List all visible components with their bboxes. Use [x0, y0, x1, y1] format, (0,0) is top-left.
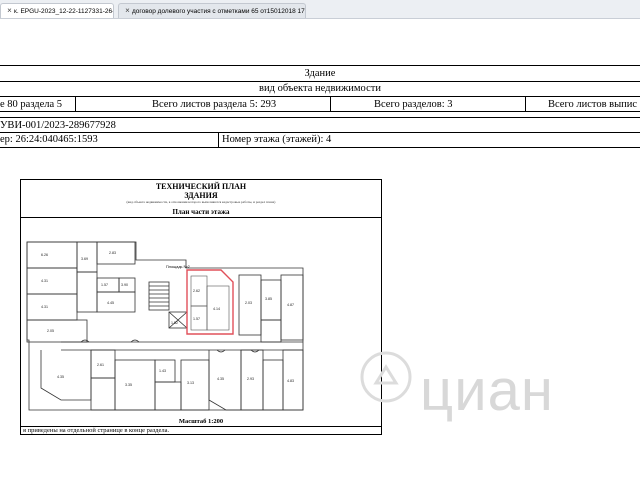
svg-text:3.35: 3.35 [125, 383, 132, 387]
svg-text:2.62: 2.62 [193, 289, 200, 293]
svg-text:1.52: 1.52 [171, 321, 178, 325]
svg-text:2.05: 2.05 [47, 329, 54, 333]
record-number: УВИ-001/2023-289677928 [0, 120, 116, 131]
plan-title: ТЕХНИЧЕСКИЙ ПЛАН [155, 182, 247, 191]
svg-text:2.83: 2.83 [109, 251, 116, 255]
total-sections: Всего разделов: 3 [374, 99, 453, 110]
technical-plan-sheet: ТЕХНИЧЕСКИЙ ПЛАН ЗДАНИЯ (вид объекта нед… [20, 179, 382, 435]
svg-text:4.35: 4.35 [57, 375, 64, 379]
svg-text:2.03: 2.03 [245, 301, 252, 305]
svg-text:4.83: 4.83 [287, 379, 294, 383]
object-title: Здание [304, 68, 336, 79]
svg-text:4.31: 4.31 [41, 305, 48, 309]
table-line [525, 96, 526, 111]
svg-text:3.85: 3.85 [265, 297, 272, 301]
total-sheets-extract: Всего листов выпис [548, 99, 638, 110]
watermark-text: циан [420, 358, 554, 423]
table-line [0, 111, 640, 112]
svg-text:1.57: 1.57 [101, 283, 108, 287]
tab-contract-document[interactable]: × договор долевого участия с отметками 65… [118, 3, 306, 18]
table-line [0, 147, 640, 148]
total-sheets-section: Всего листов раздела 5: 293 [152, 99, 277, 110]
floor-number: Номер этажа (этажей): 4 [222, 134, 332, 145]
cian-logo-icon [360, 351, 412, 403]
tab-label: договор долевого участия с отметками 65 … [132, 8, 306, 15]
svg-text:4.45: 4.45 [107, 301, 114, 305]
svg-text:1.57: 1.57 [193, 317, 200, 321]
svg-text:2.93: 2.93 [247, 377, 254, 381]
svg-text:3.69: 3.69 [81, 257, 88, 261]
floor-plan-drawing: 6.26 4.31 4.31 3.69 2.83 1.57 3.90 4.45 2.05 2… [26, 241, 304, 411]
object-kind-label: вид объекта недвижимости [259, 83, 381, 94]
plan-section-title: План части этажа [172, 208, 230, 216]
table-line [0, 65, 640, 66]
plan-subtitle: (вид объекта недвижимости, в отношении к… [126, 200, 276, 204]
cadastral-number: ер: 26:24:040465:1593 [0, 134, 98, 145]
tab-epgu-document[interactable]: ×к. EPGU-2023_12-22-1127331-26-01[0] ЭП [0, 3, 114, 18]
document-page: Здание вид объекта недвижимости е 80 раз… [0, 19, 640, 480]
sheet-number: е 80 раздела 5 [0, 99, 63, 110]
table-line [218, 132, 219, 147]
table-line [0, 132, 640, 133]
svg-text:1.43: 1.43 [159, 369, 166, 373]
plan-header-line [21, 217, 381, 218]
svg-text:3.90: 3.90 [121, 283, 128, 287]
table-line [0, 96, 640, 97]
svg-text:4.87: 4.87 [287, 303, 294, 307]
tab-bar: ×к. EPGU-2023_12-22-1127331-26-01[0] ЭП … [0, 0, 640, 19]
table-line [75, 96, 76, 111]
table-line [0, 117, 640, 118]
svg-text:4.35: 4.35 [217, 377, 224, 381]
table-line [0, 81, 640, 82]
plan-scale: Масштаб 1:200 [178, 418, 224, 425]
plan-title-building: ЗДАНИЯ [184, 191, 218, 200]
highlighted-apartment [186, 269, 234, 335]
close-tab-icon[interactable]: × [5, 4, 14, 18]
svg-text:3.13: 3.13 [187, 381, 194, 385]
svg-text:6.26: 6.26 [41, 253, 48, 257]
table-line [330, 96, 331, 111]
close-tab-icon[interactable]: × [123, 4, 132, 18]
svg-text:2.61: 2.61 [97, 363, 104, 367]
plan-note: я приведены на отдельной странице в конц… [23, 427, 170, 434]
tab-label: к. EPGU-2023_12-22-1127331-26-01[0] ЭП [14, 8, 113, 15]
svg-text:4.14: 4.14 [213, 307, 220, 311]
stair-label: Площадь №2 [166, 265, 190, 269]
svg-text:4.31: 4.31 [41, 279, 48, 283]
